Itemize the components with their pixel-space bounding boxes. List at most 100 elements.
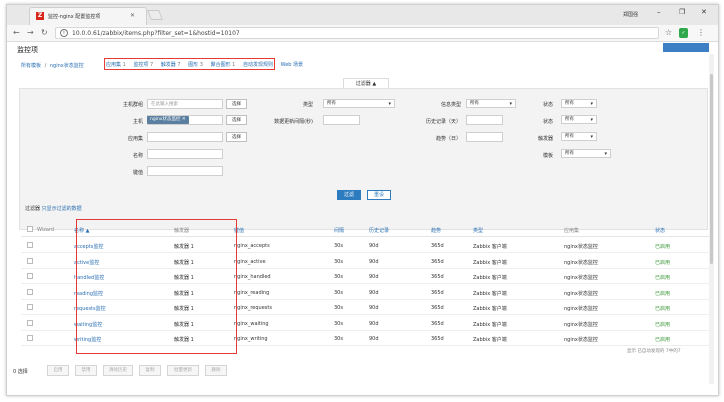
selected-count: 0 选择 (13, 369, 28, 375)
host-group-select-button[interactable]: 选择 (226, 99, 247, 109)
template-label: 模板 (542, 153, 553, 159)
row-checkbox[interactable] (27, 273, 33, 279)
item-type: Zabbix 客户端 (473, 290, 507, 297)
item-history: 90d (369, 336, 379, 342)
nav-web[interactable]: Web 场景 (281, 62, 304, 68)
row-checkbox[interactable] (27, 257, 33, 264)
item-history: 90d (369, 258, 379, 265)
forward-icon[interactable]: → (27, 28, 34, 37)
browser-menu-icon[interactable]: ⋮ (697, 28, 705, 37)
item-application: nginx状态监控 (564, 306, 598, 312)
item-key: nginx_handled (234, 274, 271, 280)
status-label: 状态 (542, 119, 553, 125)
extension-shield-icon[interactable]: ✓ (679, 28, 688, 38)
address-bar[interactable]: i 10.0.0.61/zabbix/items.php?filter_set=… (55, 27, 659, 39)
col-type[interactable]: 类型 (473, 227, 483, 234)
item-status-toggle[interactable]: 已启用 (655, 305, 670, 312)
bulk-delete-button[interactable]: 删除 (205, 365, 227, 376)
row-checkbox[interactable] (27, 335, 33, 341)
create-item-button[interactable] (663, 43, 709, 52)
item-application: nginx状态监控 (564, 275, 598, 281)
filter-toggle-tab[interactable]: 过滤器 ▲ (343, 78, 389, 88)
browser-tab[interactable]: Z 监控-nginx 配置监控项 ✕ (29, 7, 147, 25)
item-type: Zabbix 客户端 (473, 259, 507, 266)
col-status[interactable]: 状态 (655, 227, 665, 234)
history-input[interactable] (466, 115, 503, 125)
chevron-down-icon: ▾ (590, 101, 593, 107)
browser-user-label[interactable]: 郑国强 (623, 11, 638, 18)
triggers-select[interactable]: 所有 ▾ (561, 132, 597, 141)
row-checkbox[interactable] (27, 242, 33, 248)
reload-icon[interactable]: ↻ (41, 28, 48, 37)
host-chip: nginx状态监控 ✕ (147, 116, 189, 124)
filter-apply-button[interactable]: 过滤 (337, 190, 361, 200)
key-input[interactable] (147, 166, 223, 176)
chip-remove-icon[interactable]: ✕ (182, 117, 186, 122)
status-select[interactable]: 所有 ▾ (561, 115, 597, 124)
item-key: nginx_writing (234, 336, 268, 342)
bookmark-star-icon[interactable]: ☆ (665, 28, 672, 37)
chevron-down-icon: ▾ (604, 151, 607, 157)
item-status-toggle[interactable]: 已启用 (655, 321, 670, 328)
highlight-box-table (76, 219, 237, 354)
col-history[interactable]: 历史记录 (369, 227, 389, 234)
host-group-input[interactable]: 在此输入搜索 (147, 99, 223, 109)
minimize-icon[interactable]: – (657, 8, 661, 16)
item-application: nginx状态监控 (564, 290, 598, 297)
item-history: 90d (369, 289, 379, 296)
site-info-icon[interactable]: i (60, 29, 68, 37)
select-all-checkbox[interactable] (27, 226, 33, 232)
row-checkbox[interactable] (27, 304, 33, 310)
restore-icon[interactable]: ❐ (679, 8, 685, 16)
chevron-down-icon: ▾ (388, 101, 391, 107)
trend-input[interactable] (466, 132, 503, 142)
item-history: 90d (369, 320, 379, 327)
zabbix-page: 监控项 所有模板 / nginx状态监控 应用集 1 监控项 7 触发器 7 图… (7, 42, 718, 395)
col-wizard: Wizard (37, 227, 55, 233)
bulk-mass-update-button[interactable]: 批量更新 (167, 365, 199, 376)
browser-window: Z 监控-nginx 配置监控项 ✕ 郑国强 – ❐ ✕ ← → ↻ i 10.… (6, 4, 719, 396)
new-tab-button[interactable] (147, 10, 163, 20)
page-scrollbar[interactable] (709, 54, 714, 384)
back-icon[interactable]: ← (13, 28, 20, 37)
breadcrumb-template[interactable]: nginx状态监控 (50, 63, 84, 69)
window-close-icon[interactable]: ✕ (701, 8, 707, 16)
bulk-disable-button[interactable]: 禁用 (75, 365, 97, 376)
application-select-button[interactable]: 选择 (226, 132, 247, 142)
bulk-copy-button[interactable]: 复制 (139, 365, 161, 376)
breadcrumb-all-templates[interactable]: 所有模板 (21, 63, 41, 69)
host-select-button[interactable]: 选择 (226, 115, 247, 125)
row-checkbox[interactable] (27, 319, 33, 326)
item-status-toggle[interactable]: 已启用 (655, 259, 670, 266)
application-label: 应用集 (127, 136, 143, 142)
url-text: 10.0.0.61/zabbix/items.php?filter_set=1&… (72, 30, 240, 37)
item-interval: 30s (334, 258, 343, 265)
item-history: 90d (369, 274, 379, 280)
item-trends: 365d (431, 336, 444, 342)
state-select[interactable]: 所有 ▾ (561, 99, 597, 108)
col-interval[interactable]: 间隔 (334, 227, 344, 234)
item-status-toggle[interactable]: 已启用 (655, 243, 670, 250)
zabbix-favicon-icon: Z (36, 12, 44, 20)
application-input[interactable] (147, 132, 223, 142)
scrollbar-thumb[interactable] (710, 74, 713, 264)
name-input[interactable] (147, 149, 223, 159)
filter-reset-button[interactable]: 重设 (367, 190, 391, 200)
item-key: nginx_waiting (234, 320, 269, 327)
update-interval-input[interactable] (323, 115, 360, 125)
bulk-clear-history-button[interactable]: 清除历史 (103, 365, 133, 376)
bulk-enable-button[interactable]: 启用 (47, 365, 69, 376)
row-checkbox[interactable] (27, 288, 33, 295)
item-interval: 30s (334, 289, 343, 296)
template-select[interactable]: 所有 ▾ (561, 149, 611, 158)
item-status-toggle[interactable]: 已启用 (655, 290, 670, 297)
breadcrumb-separator: / (44, 63, 47, 69)
item-status-toggle[interactable]: 已启用 (655, 336, 670, 343)
item-application: nginx状态监控 (564, 321, 598, 328)
item-trends: 365d (431, 274, 444, 280)
item-status-toggle[interactable]: 已启用 (655, 274, 670, 281)
col-trends[interactable]: 趋势 (431, 227, 441, 234)
type-select[interactable]: 所有 ▾ (323, 99, 395, 108)
trend-label: 趋势（日） (435, 136, 461, 142)
tab-close-icon[interactable]: ✕ (130, 12, 135, 19)
